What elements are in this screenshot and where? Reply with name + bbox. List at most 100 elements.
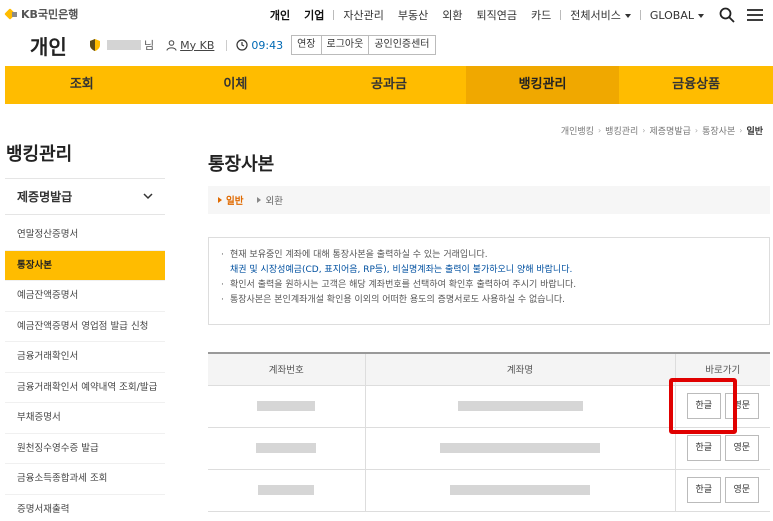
tab-forex-label: 외환: [265, 196, 283, 207]
tab-general[interactable]: 일반: [218, 193, 243, 207]
notice-text: 확인서 출력을 원하시는 고객은 해당 계좌번호를 선택하여 확인후 출력하여 …: [230, 280, 577, 290]
english-button[interactable]: 영문: [724, 435, 759, 461]
column-header-account-name: 계좌명: [364, 353, 675, 386]
shortcut-cell: 한글 영문: [674, 469, 770, 512]
shield-icon: [90, 39, 100, 51]
util-forex[interactable]: 외환: [442, 7, 462, 23]
all-services-label: 전체서비스: [570, 9, 621, 22]
korean-button[interactable]: 한글: [686, 477, 721, 503]
chevron-right-icon: ›: [739, 126, 743, 135]
sidebar-item-financial-income-tax[interactable]: 금융소득종합과세 조회: [5, 464, 165, 495]
main-nav: 조회 이체 공과금 뱅킹관리 금융상품: [5, 66, 773, 104]
nav-utility-bills[interactable]: 공과금: [312, 66, 466, 104]
notice-line: · 현재 보유중인 계좌에 대해 통장사본을 출력하실 수 있는 거래입니다.: [221, 248, 757, 263]
chevron-down-icon: [143, 193, 153, 200]
util-global[interactable]: GLOBAL: [650, 9, 704, 22]
sidebar-group-label: 제증명발급: [17, 190, 73, 204]
masked-account-number: [258, 485, 315, 495]
util-realestate[interactable]: 부동산: [398, 7, 428, 23]
sidebar-group-certificates[interactable]: 제증명발급: [5, 178, 165, 215]
sidebar-item-reprint[interactable]: 증명서재출력: [5, 495, 165, 521]
sidebar-item-transaction-cert[interactable]: 금융거래확인서: [5, 342, 165, 373]
divider: [639, 10, 641, 20]
util-all-services[interactable]: 전체서비스: [570, 7, 631, 23]
logout-button[interactable]: 로그아웃: [320, 35, 370, 55]
caret-down-icon: [698, 13, 704, 18]
sidebar-item-withholding-receipt[interactable]: 원천징수영수증 발급: [5, 434, 165, 464]
account-name-cell: [364, 385, 675, 428]
divider: [226, 39, 228, 51]
sidebar-item-bankbook-copy[interactable]: 통장사본: [5, 250, 165, 281]
tab-forex[interactable]: 외환: [257, 193, 283, 207]
bullet: ·: [221, 250, 224, 260]
sidebar-title: 뱅킹관리: [6, 144, 73, 165]
kb-star-icon: [6, 8, 18, 20]
page-title: 통장사본: [208, 154, 275, 175]
extend-button[interactable]: 연장: [291, 35, 322, 55]
util-asset[interactable]: 자산관리: [343, 7, 383, 23]
triangle-right-icon: [218, 197, 222, 203]
masked-account-name: [457, 401, 583, 411]
util-menu: 개인 기업 자산관리 부동산 외환 퇴직연금 카드 전체서비스 GLOBAL: [263, 5, 763, 25]
sidebar-item-balance-cert[interactable]: 예금잔액증명서: [5, 281, 165, 312]
logo-text: KB국민은행: [21, 8, 79, 21]
sidebar-item-transaction-cert-reservation[interactable]: 금융거래확인서 예약내역 조회/발급: [5, 373, 165, 403]
util-business[interactable]: 기업: [304, 7, 324, 23]
notice-text: 통장사본은 본인계좌개설 확인용 이외의 어떠한 용도의 증명서로도 사용하실 …: [230, 295, 565, 305]
kb-logo[interactable]: KB국민은행: [6, 6, 78, 22]
user-suffix: 님: [144, 39, 155, 52]
triangle-right-icon: [257, 197, 262, 203]
sidebar-item-balance-cert-branch[interactable]: 예금잔액증명서 영업점 발급 신청: [5, 312, 165, 342]
breadcrumb-current: 일반: [746, 127, 763, 137]
masked-user-name: [107, 40, 141, 50]
user-area: 님 My KB 09:43 연장 로그아웃 공인인증센터: [88, 35, 436, 55]
util-personal[interactable]: 개인: [270, 7, 290, 23]
section-title: 개인: [30, 35, 67, 59]
notice-warning: 채권 및 시장성예금(CD, 표지어음, RP등), 비실명계좌는 출력이 불가…: [230, 265, 573, 275]
util-card[interactable]: 카드: [531, 7, 551, 23]
search-icon[interactable]: [719, 7, 735, 23]
sub-tabs: 일반 외환: [208, 186, 770, 214]
notice-text: 현재 보유중인 계좌에 대해 통장사본을 출력하실 수 있는 거래입니다.: [230, 250, 488, 260]
top-bar: KB국민은행 개인 님 My KB 09:43 연장 로그아웃 공인인증센터 개…: [0, 0, 773, 62]
chevron-right-icon: ›: [597, 126, 602, 135]
menu-icon[interactable]: [747, 8, 763, 22]
english-button[interactable]: 영문: [724, 477, 759, 503]
masked-account-name: [440, 443, 600, 453]
nav-financial-products[interactable]: 금융상품: [619, 66, 773, 104]
notice-box: · 현재 보유중인 계좌에 대해 통장사본을 출력하실 수 있는 거래입니다. 채…: [208, 237, 770, 325]
clock-icon: [236, 39, 248, 51]
breadcrumb: 개인뱅킹 › 뱅킹관리 › 제증명발급 › 통장사본 › 일반: [557, 124, 767, 137]
nav-banking-management[interactable]: 뱅킹관리: [465, 66, 620, 104]
person-icon: [166, 39, 177, 51]
divider: [560, 10, 562, 20]
account-number-cell: [208, 427, 365, 470]
nav-transfer[interactable]: 이체: [159, 66, 313, 104]
nav-inquiry[interactable]: 조회: [5, 66, 159, 104]
util-pension[interactable]: 퇴직연금: [477, 7, 517, 23]
divider: [333, 10, 335, 20]
mykb-link[interactable]: My KB: [166, 39, 214, 52]
global-label: GLOBAL: [649, 8, 694, 22]
korean-button[interactable]: 한글: [686, 435, 721, 461]
breadcrumb-item[interactable]: 통장사본: [702, 124, 735, 137]
account-number-cell: [208, 385, 365, 428]
highlight-box: [669, 378, 737, 434]
account-number-cell: [208, 469, 365, 512]
breadcrumb-item[interactable]: 개인뱅킹: [561, 124, 594, 137]
cert-center-button[interactable]: 공인인증센터: [368, 35, 436, 55]
sidebar-item-debt-cert[interactable]: 부채증명서: [5, 403, 165, 434]
sidebar-item-year-end-tax[interactable]: 연말정산증명서: [5, 220, 165, 251]
tab-general-label: 일반: [226, 196, 244, 207]
notice-line: · 통장사본은 본인계좌개설 확인용 이외의 어떠한 용도의 증명서로도 사용하실…: [221, 293, 757, 308]
masked-account-number: [257, 401, 316, 411]
breadcrumb-item[interactable]: 제증명발급: [650, 124, 691, 137]
notice-line: · 확인서 출력을 원하시는 고객은 해당 계좌번호를 선택하여 확인후 출력하여…: [221, 278, 757, 293]
session-timer: 09:43: [251, 38, 284, 52]
bullet: ·: [221, 280, 224, 290]
breadcrumb-item[interactable]: 뱅킹관리: [605, 124, 638, 137]
bullet: ·: [221, 295, 224, 305]
account-name-cell: [364, 427, 675, 470]
chevron-right-icon: ›: [642, 126, 646, 135]
masked-account-number: [256, 443, 317, 453]
